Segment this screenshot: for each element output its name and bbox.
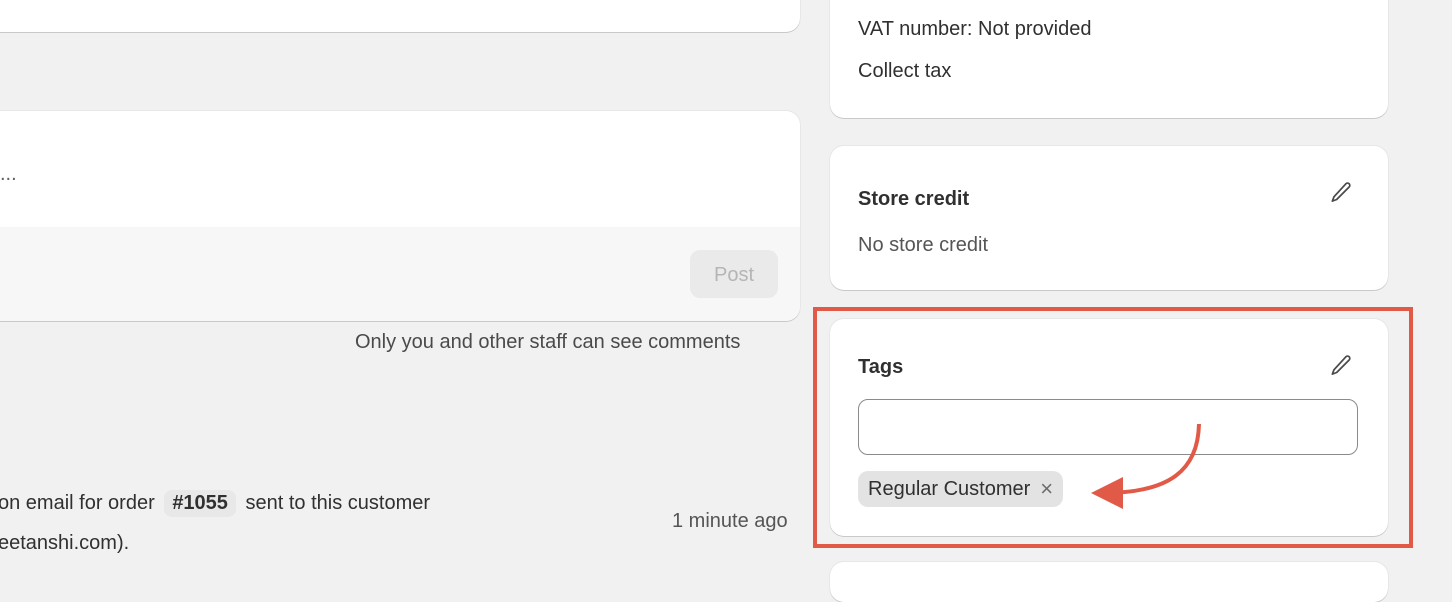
event-suffix: sent to this customer — [245, 492, 431, 514]
comment-card: ... Post — [0, 111, 800, 321]
event-line-2: eetanshi.com). — [0, 532, 130, 554]
event-timestamp: 1 minute ago — [672, 510, 788, 532]
comment-visibility-note: Only you and other staff can see comment… — [355, 331, 741, 353]
previous-card — [0, 0, 800, 32]
store-credit-card: Store credit No store credit — [830, 146, 1388, 290]
comment-footer — [0, 227, 800, 321]
highlight-box — [813, 307, 1413, 548]
event-prefix: on email for order — [0, 492, 155, 514]
order-number-link[interactable]: #1055 — [164, 490, 236, 517]
store-credit-value: No store credit — [858, 234, 989, 256]
tax-details-card: VAT number: Not provided Collect tax — [830, 0, 1388, 118]
collect-tax-status: Collect tax — [858, 60, 952, 82]
next-card — [830, 562, 1388, 602]
store-credit-title: Store credit — [858, 188, 970, 210]
post-button[interactable]: Post — [690, 250, 778, 298]
timeline-event-text: on email for order #1055 sent to this cu… — [0, 490, 430, 517]
vat-number: VAT number: Not provided — [858, 18, 1092, 40]
pencil-icon[interactable] — [1328, 180, 1354, 206]
comment-input-placeholder[interactable]: ... — [0, 163, 17, 186]
